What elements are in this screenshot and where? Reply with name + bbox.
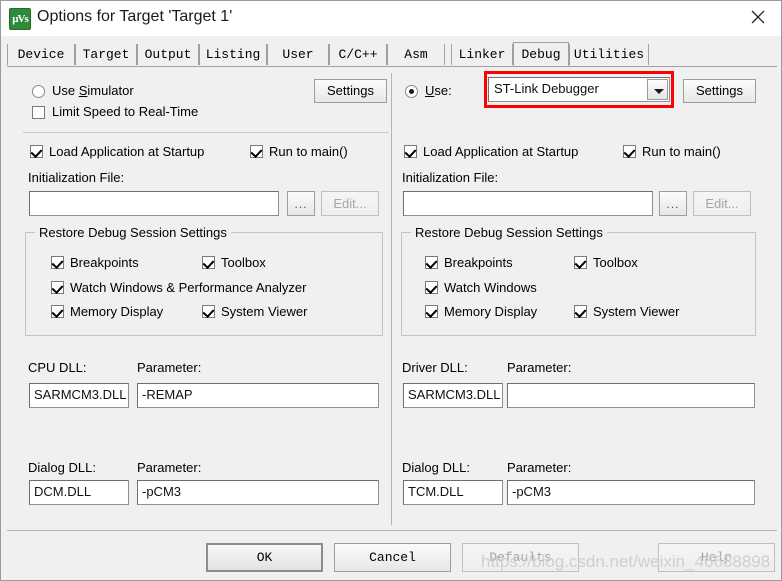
right-load-application-label: Load Application at Startup <box>423 144 579 159</box>
use-simulator-label: Use Simulator <box>52 83 134 98</box>
tab-underline <box>7 66 777 67</box>
right-run-to-main-label: Run to main() <box>642 144 721 159</box>
left-load-application-checkbox[interactable] <box>30 145 43 158</box>
use-simulator-label-suffix: imulator <box>87 83 134 98</box>
right-watch-windows-checkbox[interactable] <box>425 281 438 294</box>
driver-dll-input[interactable]: SARMCM3.DLL <box>403 383 503 408</box>
use-debugger-label-suffix: se: <box>434 83 452 98</box>
use-debugger-label-accel: U <box>425 83 435 98</box>
use-simulator-label-prefix: Use <box>52 83 79 98</box>
left-dialog-dll-label: Dialog DLL: <box>28 460 96 475</box>
left-run-to-main-label: Run to main() <box>269 144 348 159</box>
left-system-viewer-label: System Viewer <box>221 304 308 319</box>
cpu-parameter-input[interactable]: -REMAP <box>137 383 379 408</box>
tab-target[interactable]: Target <box>75 44 137 65</box>
left-pane-separator <box>23 132 389 133</box>
footer-separator <box>7 530 777 531</box>
left-dialog-parameter-label: Parameter: <box>137 460 202 475</box>
cancel-button[interactable]: Cancel <box>334 543 451 572</box>
help-button[interactable]: Help <box>658 543 775 572</box>
keil-uvision-icon: µVs <box>9 8 31 30</box>
tab-strip: Device Target Output Listing User C/C++ … <box>7 42 777 67</box>
right-restore-session-title: Restore Debug Session Settings <box>411 225 607 240</box>
close-icon <box>751 10 765 24</box>
tab-asm[interactable]: Asm <box>387 44 445 65</box>
right-memory-display-checkbox[interactable] <box>425 305 438 318</box>
debugger-select-value: ST-Link Debugger <box>494 81 599 96</box>
left-memory-display-checkbox[interactable] <box>51 305 64 318</box>
left-load-application-label: Load Application at Startup <box>49 144 205 159</box>
left-toolbox-checkbox[interactable] <box>202 256 215 269</box>
right-run-to-main-checkbox[interactable] <box>623 145 636 158</box>
options-dialog: µVs Options for Target 'Target 1' Device… <box>0 0 782 581</box>
use-simulator-radio[interactable] <box>32 85 45 98</box>
close-button[interactable] <box>735 1 781 31</box>
right-browse-button[interactable]: ... <box>659 191 687 216</box>
left-watch-windows-label: Watch Windows & Performance Analyzer <box>70 280 307 295</box>
right-breakpoints-label: Breakpoints <box>444 255 513 270</box>
cpu-parameter-label: Parameter: <box>137 360 202 375</box>
left-memory-display-label: Memory Display <box>70 304 164 319</box>
use-debugger-radio[interactable] <box>405 85 418 98</box>
tab-device[interactable]: Device <box>7 44 75 65</box>
left-restore-session-title: Restore Debug Session Settings <box>35 225 231 240</box>
title-bar: µVs Options for Target 'Target 1' <box>1 1 781 36</box>
right-system-viewer-checkbox[interactable] <box>574 305 587 318</box>
left-watch-windows-checkbox[interactable] <box>51 281 64 294</box>
driver-parameter-input[interactable] <box>507 383 755 408</box>
cpu-dll-input[interactable]: SARMCM3.DLL <box>29 383 129 408</box>
debugger-select[interactable]: ST-Link Debugger <box>488 77 670 102</box>
right-toolbox-label: Toolbox <box>593 255 638 270</box>
right-dialog-parameter-input[interactable]: -pCM3 <box>507 480 755 505</box>
right-init-file-input[interactable] <box>403 191 653 216</box>
right-dialog-dll-label: Dialog DLL: <box>402 460 470 475</box>
left-breakpoints-checkbox[interactable] <box>51 256 64 269</box>
ok-button[interactable]: OK <box>206 543 323 572</box>
right-dialog-dll-input[interactable]: TCM.DLL <box>403 480 503 505</box>
left-dialog-dll-input[interactable]: DCM.DLL <box>29 480 129 505</box>
driver-dll-label: Driver DLL: <box>402 360 468 375</box>
debugger-settings-button[interactable]: Settings <box>683 79 756 103</box>
left-init-file-input[interactable] <box>29 191 279 216</box>
right-breakpoints-checkbox[interactable] <box>425 256 438 269</box>
tab-linker[interactable]: Linker <box>451 44 513 65</box>
left-edit-button[interactable]: Edit... <box>321 191 379 216</box>
right-browse-dots: ... <box>666 196 680 211</box>
limit-speed-checkbox[interactable] <box>32 106 45 119</box>
left-toolbox-label: Toolbox <box>221 255 266 270</box>
right-toolbox-checkbox[interactable] <box>574 256 587 269</box>
tab-c-cpp[interactable]: C/C++ <box>329 44 387 65</box>
left-system-viewer-checkbox[interactable] <box>202 305 215 318</box>
tab-listing[interactable]: Listing <box>199 44 267 65</box>
right-system-viewer-label: System Viewer <box>593 304 680 319</box>
left-init-file-label: Initialization File: <box>28 170 125 185</box>
chevron-down-icon[interactable] <box>647 79 668 100</box>
use-debugger-label: Use: <box>425 83 452 98</box>
limit-speed-label: Limit Speed to Real-Time <box>52 104 199 119</box>
tab-user[interactable]: User <box>267 44 329 65</box>
right-init-file-label: Initialization File: <box>402 170 499 185</box>
cpu-dll-label: CPU DLL: <box>28 360 87 375</box>
keil-uvision-icon-glyph: µVs <box>12 13 29 25</box>
right-load-application-checkbox[interactable] <box>404 145 417 158</box>
tab-utilities[interactable]: Utilities <box>569 44 649 65</box>
right-watch-windows-label: Watch Windows <box>444 280 537 295</box>
right-edit-button[interactable]: Edit... <box>693 191 751 216</box>
driver-parameter-label: Parameter: <box>507 360 572 375</box>
pane-vertical-divider <box>391 73 392 525</box>
right-memory-display-label: Memory Display <box>444 304 538 319</box>
right-dialog-parameter-label: Parameter: <box>507 460 572 475</box>
left-dialog-parameter-input[interactable]: -pCM3 <box>137 480 379 505</box>
simulator-settings-button[interactable]: Settings <box>314 79 387 103</box>
left-browse-button[interactable]: ... <box>287 191 315 216</box>
left-browse-dots: ... <box>294 196 308 211</box>
window-title: Options for Target 'Target 1' <box>37 8 233 25</box>
left-breakpoints-label: Breakpoints <box>70 255 139 270</box>
defaults-button[interactable]: Defaults <box>462 543 579 572</box>
left-run-to-main-checkbox[interactable] <box>250 145 263 158</box>
tab-debug[interactable]: Debug <box>513 42 569 67</box>
tab-output[interactable]: Output <box>137 44 199 65</box>
